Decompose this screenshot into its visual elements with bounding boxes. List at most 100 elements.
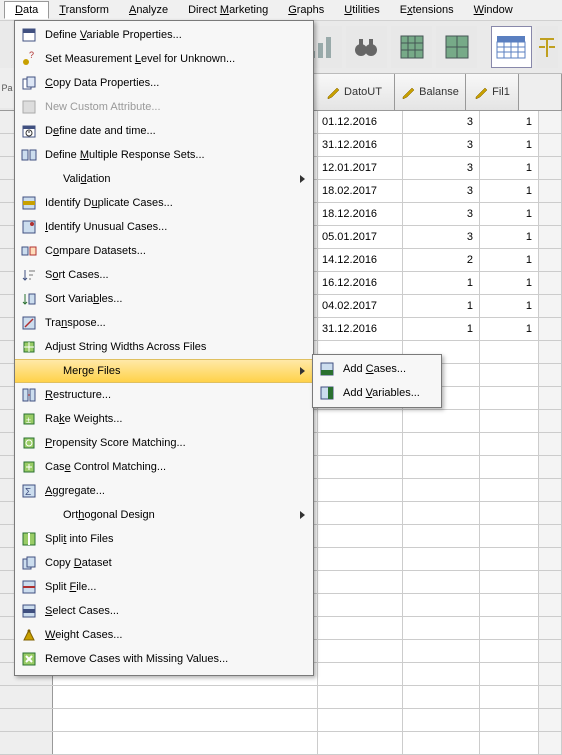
cell-dato[interactable] xyxy=(318,594,403,616)
cell-dato[interactable]: 16.12.2016 xyxy=(318,272,403,294)
cell-fil[interactable] xyxy=(480,617,539,639)
cell-fil[interactable] xyxy=(480,732,539,754)
cell-fil[interactable] xyxy=(480,479,539,501)
cell-dato[interactable]: 05.01.2017 xyxy=(318,226,403,248)
cell-empty[interactable] xyxy=(539,387,562,409)
cell-empty[interactable] xyxy=(539,525,562,547)
cell-empty[interactable] xyxy=(539,318,562,340)
cell-fil[interactable]: 1 xyxy=(480,203,539,225)
menu-item-select[interactable]: Select Cases... xyxy=(15,599,313,623)
row-header[interactable] xyxy=(0,732,53,754)
cell-dato[interactable] xyxy=(318,479,403,501)
menu-item-weight[interactable]: Weight Cases... xyxy=(15,623,313,647)
cell-balanse[interactable]: 1 xyxy=(403,295,480,317)
menu-graphs[interactable]: Graphs xyxy=(278,2,334,18)
cell-empty[interactable] xyxy=(539,341,562,363)
cell-fil[interactable] xyxy=(480,594,539,616)
cell-empty[interactable] xyxy=(539,663,562,685)
cell-dato[interactable] xyxy=(318,548,403,570)
cell-empty[interactable] xyxy=(539,249,562,271)
cell-empty[interactable] xyxy=(539,571,562,593)
menu-item-meas-level[interactable]: ?Set Measurement Level for Unknown... xyxy=(15,47,313,71)
menu-extensions[interactable]: Extensions xyxy=(390,2,464,18)
menu-item-transpose[interactable]: Transpose... xyxy=(15,311,313,335)
cell-balanse[interactable] xyxy=(403,456,480,478)
cell-fil[interactable] xyxy=(480,502,539,524)
cell-empty[interactable] xyxy=(539,433,562,455)
cell-balanse[interactable] xyxy=(403,502,480,524)
cell-empty[interactable] xyxy=(539,180,562,202)
cell-dato[interactable]: 31.12.2016 xyxy=(318,134,403,156)
cell-empty[interactable] xyxy=(539,203,562,225)
cell-balanse[interactable] xyxy=(403,640,480,662)
cell-empty[interactable] xyxy=(539,479,562,501)
cell-dato[interactable] xyxy=(318,709,403,731)
cell-fil[interactable] xyxy=(480,686,539,708)
menu-item-copy-ds[interactable]: Copy Dataset xyxy=(15,551,313,575)
menu-item-date[interactable]: Define date and time... xyxy=(15,119,313,143)
cell-balanse[interactable] xyxy=(403,594,480,616)
cell-fil[interactable] xyxy=(480,640,539,662)
cell-fil[interactable] xyxy=(480,548,539,570)
cell-dato[interactable] xyxy=(318,433,403,455)
cell-balanse[interactable] xyxy=(403,548,480,570)
menu-item-i20[interactable]: Orthogonal Design xyxy=(15,503,313,527)
cell-balanse[interactable] xyxy=(403,479,480,501)
cell-balanse[interactable]: 1 xyxy=(403,272,480,294)
cell-dato[interactable]: 14.12.2016 xyxy=(318,249,403,271)
cell-empty[interactable] xyxy=(539,709,562,731)
menu-item-sort-var[interactable]: Sort Variables... xyxy=(15,287,313,311)
row-header[interactable] xyxy=(0,686,53,708)
cell-balanse[interactable]: 1 xyxy=(403,318,480,340)
cell-balanse[interactable]: 3 xyxy=(403,134,480,156)
cell-fil[interactable]: 1 xyxy=(480,249,539,271)
cell-dato[interactable] xyxy=(318,617,403,639)
cell-fil[interactable]: 1 xyxy=(480,157,539,179)
cell-fil[interactable]: 1 xyxy=(480,295,539,317)
menu-item-unusual[interactable]: Identify Unusual Cases... xyxy=(15,215,313,239)
cell-fil[interactable]: 1 xyxy=(480,226,539,248)
menu-item-rake[interactable]: ±Rake Weights... xyxy=(15,407,313,431)
toolbar-grid1-icon[interactable] xyxy=(391,26,432,68)
cell-balanse[interactable] xyxy=(403,410,480,432)
column-header-dato[interactable]: DatoUT xyxy=(314,74,395,110)
cell-empty[interactable] xyxy=(539,364,562,386)
cell-balanse[interactable]: 2 xyxy=(403,249,480,271)
cell-dato[interactable] xyxy=(318,502,403,524)
cell-empty[interactable] xyxy=(539,456,562,478)
cell-empty[interactable] xyxy=(539,640,562,662)
menu-data[interactable]: Data xyxy=(4,1,49,19)
cell-empty[interactable] xyxy=(539,410,562,432)
cell-fil[interactable]: 1 xyxy=(480,111,539,133)
column-header-balanse[interactable]: Balanse xyxy=(395,74,466,110)
cell-balanse[interactable] xyxy=(403,571,480,593)
cell-empty[interactable] xyxy=(539,157,562,179)
row-header[interactable] xyxy=(0,709,53,731)
cell-empty[interactable] xyxy=(539,617,562,639)
cell-dato[interactable] xyxy=(318,640,403,662)
menu-transform[interactable]: Transform xyxy=(49,2,119,18)
menu-item-restructure[interactable]: Restructure... xyxy=(15,383,313,407)
cell-empty[interactable] xyxy=(539,732,562,754)
menu-window[interactable]: Window xyxy=(464,2,523,18)
cell-dato[interactable] xyxy=(318,456,403,478)
menu-item-var-props[interactable]: Define Variable Properties... xyxy=(15,23,313,47)
cell-dato[interactable] xyxy=(318,732,403,754)
toolbar-table-icon[interactable] xyxy=(491,26,532,68)
column-header-fil1[interactable]: Fil1 xyxy=(466,74,519,110)
cell-empty[interactable] xyxy=(539,548,562,570)
cell-fil[interactable] xyxy=(480,341,539,363)
menu-item-multi-resp[interactable]: Define Multiple Response Sets... xyxy=(15,143,313,167)
cell-fil[interactable] xyxy=(480,456,539,478)
cell-fil[interactable] xyxy=(480,387,539,409)
cell-balanse[interactable] xyxy=(403,663,480,685)
cell-empty[interactable] xyxy=(539,226,562,248)
cell-fil[interactable] xyxy=(480,663,539,685)
cell-balanse[interactable]: 3 xyxy=(403,226,480,248)
cell-balanse[interactable] xyxy=(403,617,480,639)
submenu-item-0[interactable]: Add Cases... xyxy=(313,357,441,381)
menu-item-aggregate[interactable]: ΣAggregate... xyxy=(15,479,313,503)
menu-item-i14[interactable]: Merge Files xyxy=(15,359,313,383)
cell-fil[interactable] xyxy=(480,364,539,386)
cell-dato[interactable] xyxy=(318,410,403,432)
